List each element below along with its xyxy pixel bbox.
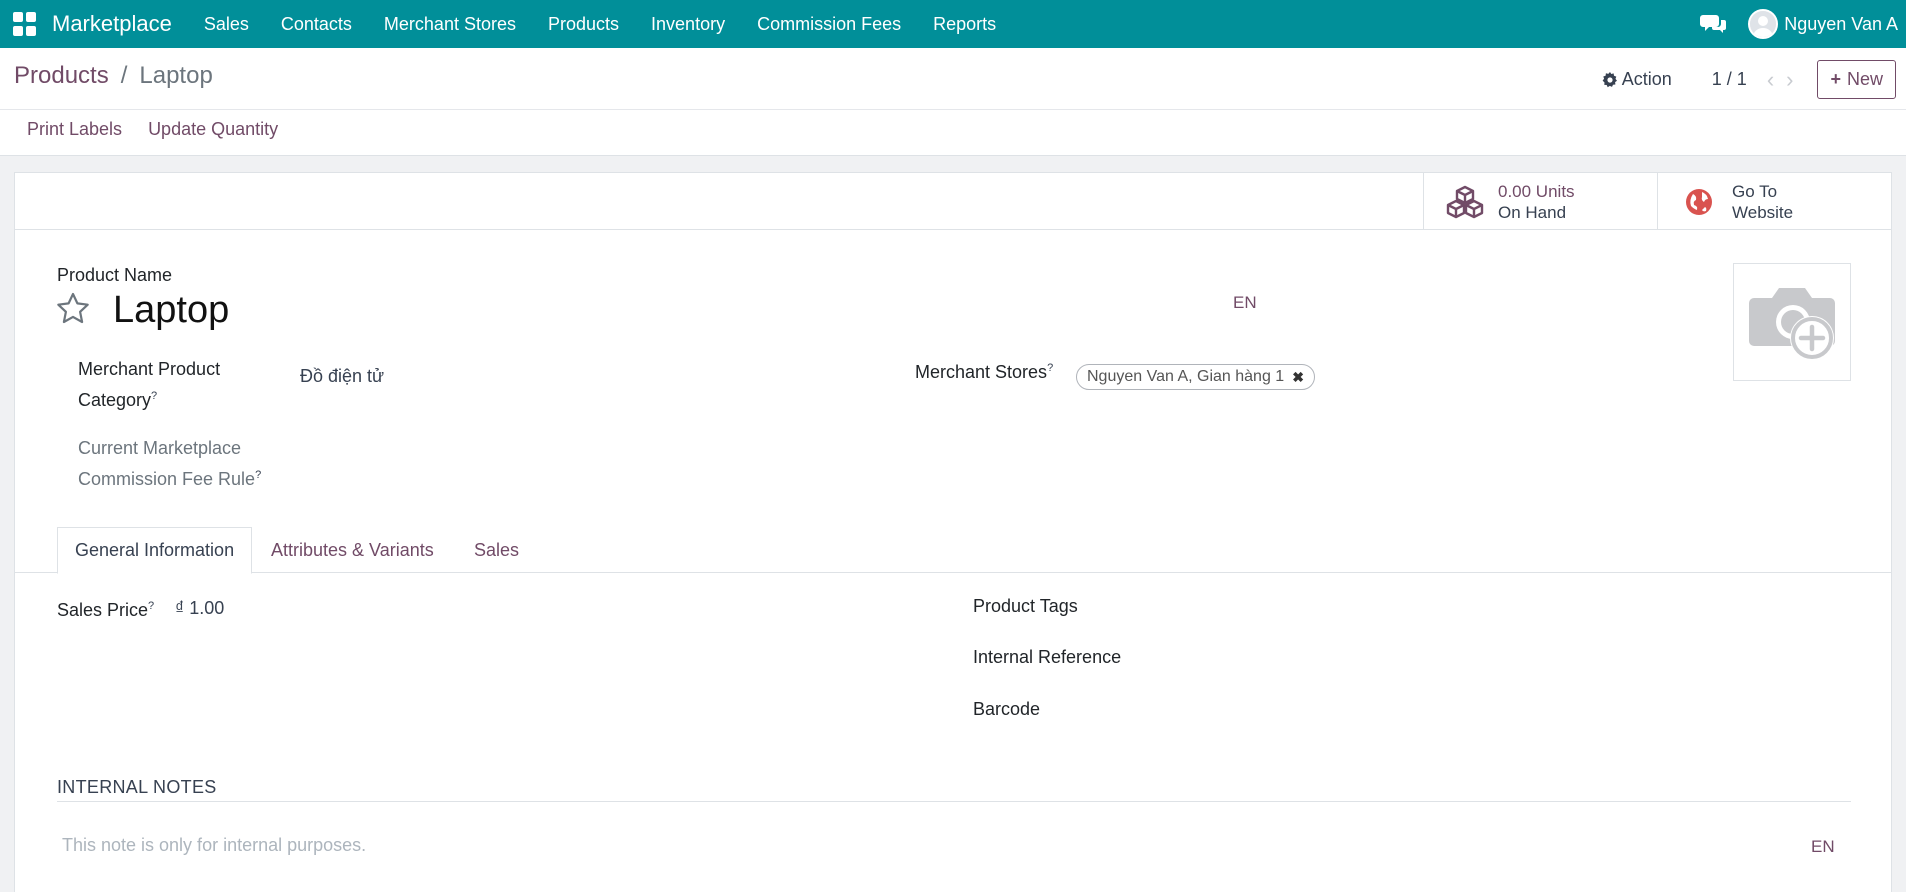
menu-item-sales[interactable]: Sales	[188, 14, 265, 35]
form-sheet: 0.00 Units On Hand Go To Website Product…	[14, 172, 1892, 892]
product-name-language-button[interactable]: EN	[1233, 293, 1257, 313]
merchant-store-tag[interactable]: Nguyen Van A, Gian hàng 1 ✖	[1076, 364, 1315, 390]
merchant-category-label-line-2: Category	[78, 390, 152, 410]
merchant-category-label: Merchant Product Category?	[78, 356, 220, 414]
form-statusbar: Print Labels Update Quantity	[14, 119, 291, 140]
camera-add-icon	[1749, 288, 1835, 360]
menu-item-contacts[interactable]: Contacts	[265, 14, 368, 35]
merchant-stores-help-icon[interactable]: ?	[1047, 362, 1053, 374]
menu-item-reports[interactable]: Reports	[917, 14, 1012, 35]
remove-tag-icon[interactable]: ✖	[1292, 369, 1304, 386]
avatar-placeholder-icon	[1750, 11, 1777, 37]
menu-item-merchant-stores[interactable]: Merchant Stores	[368, 14, 532, 35]
merchant-category-value[interactable]: Đồ điện tử	[300, 366, 384, 387]
breadcrumb-current: Laptop	[139, 62, 213, 89]
breadcrumb-products-link[interactable]: Products	[14, 62, 109, 90]
product-tags-label: Product Tags	[973, 596, 1078, 616]
control-panel: Products / Laptop Action 1 / 1 ‹ › + New…	[0, 48, 1906, 156]
merchant-stores-label: Merchant Stores?	[915, 355, 1053, 386]
favorite-star-icon[interactable]	[55, 291, 91, 327]
commission-fee-rule-help-icon[interactable]: ?	[255, 469, 261, 481]
globe-icon	[1686, 188, 1712, 215]
sales-price-help-icon[interactable]: ?	[148, 600, 154, 612]
action-menu-button[interactable]: Action	[1602, 69, 1672, 90]
control-panel-divider	[0, 109, 1906, 110]
merchant-category-help-icon[interactable]: ?	[151, 390, 157, 402]
menu-item-inventory[interactable]: Inventory	[635, 14, 741, 35]
units-on-hand-button[interactable]: 0.00 Units On Hand	[1423, 173, 1657, 230]
go-to-website-text: Go To Website	[1732, 181, 1793, 223]
tab-general-information[interactable]: General Information	[57, 527, 253, 574]
smart-button-box: 0.00 Units On Hand Go To Website	[15, 173, 1891, 230]
app-brand[interactable]: Marketplace	[52, 11, 172, 37]
product-name-label: Product Name	[57, 265, 173, 285]
internal-notes-editor[interactable]: This note is only for internal purposes.	[62, 835, 366, 856]
sales-price-label: Sales Price?	[57, 593, 154, 624]
merchant-stores-label-text: Merchant Stores	[915, 362, 1048, 382]
sales-price-label-text: Sales Price	[57, 600, 149, 620]
barcode-label: Barcode	[973, 699, 1041, 719]
navbar-systray: Nguyen Van A	[1700, 9, 1906, 39]
apps-menu-icon[interactable]	[12, 11, 38, 37]
commission-fee-rule-label-line-2: Commission Fee Rule	[78, 469, 256, 489]
print-labels-button[interactable]: Print Labels	[14, 119, 135, 140]
main-menu: Sales Contacts Merchant Stores Products …	[188, 14, 1012, 35]
commission-fee-rule-label: Current Marketplace Commission Fee Rule?	[78, 435, 261, 493]
control-panel-actions: Action 1 / 1 ‹ › + New	[1602, 60, 1896, 99]
user-avatar[interactable]	[1748, 9, 1779, 39]
commission-fee-rule-label-line-1: Current Marketplace	[78, 438, 242, 458]
gear-icon	[1602, 71, 1617, 87]
pager-next-icon[interactable]: ›	[1786, 67, 1793, 93]
new-button-label: New	[1846, 69, 1883, 89]
breadcrumb-separator: /	[120, 62, 128, 89]
units-on-hand-value: 0.00 Units	[1498, 181, 1575, 201]
sales-price-input[interactable]: ₫ 1.00	[175, 598, 224, 619]
new-button[interactable]: + New	[1817, 60, 1896, 99]
units-on-hand-text: 0.00 Units On Hand	[1498, 181, 1575, 223]
internal-notes-language-button[interactable]: EN	[1811, 837, 1835, 857]
pager-previous-icon[interactable]: ‹	[1767, 67, 1774, 93]
go-to-website-line-1: Go To	[1732, 181, 1778, 201]
merchant-category-label-line-1: Merchant Product	[78, 359, 221, 379]
plus-icon: +	[1830, 69, 1841, 89]
user-menu[interactable]: Nguyen Van A	[1784, 14, 1898, 35]
cubes-icon	[1446, 185, 1484, 218]
notebook-tabs: General Information Attributes & Variant…	[15, 527, 1891, 574]
menu-item-products[interactable]: Products	[532, 14, 635, 35]
top-navbar: Marketplace Sales Contacts Merchant Stor…	[0, 0, 1906, 48]
units-on-hand-label: On Hand	[1498, 202, 1567, 222]
product-name-input[interactable]: Laptop	[113, 289, 229, 332]
product-image-upload[interactable]	[1733, 263, 1851, 381]
tab-sales[interactable]: Sales	[457, 527, 536, 573]
internal-notes-divider	[57, 801, 1851, 802]
tab-attributes-variants[interactable]: Attributes & Variants	[254, 527, 451, 573]
go-to-website-line-2: Website	[1732, 202, 1794, 222]
internal-notes-title: INTERNAL NOTES	[57, 777, 217, 797]
pager-value[interactable]: 1 / 1	[1712, 69, 1747, 90]
menu-item-commission-fees[interactable]: Commission Fees	[741, 14, 917, 35]
chat-icon[interactable]	[1700, 12, 1728, 36]
action-label: Action	[1621, 69, 1672, 89]
internal-reference-label: Internal Reference	[973, 647, 1122, 667]
merchant-store-tag-label: Nguyen Van A, Gian hàng 1	[1087, 368, 1285, 385]
update-quantity-button[interactable]: Update Quantity	[135, 119, 291, 140]
go-to-website-button[interactable]: Go To Website	[1657, 173, 1891, 230]
breadcrumb: Products / Laptop	[14, 62, 213, 90]
